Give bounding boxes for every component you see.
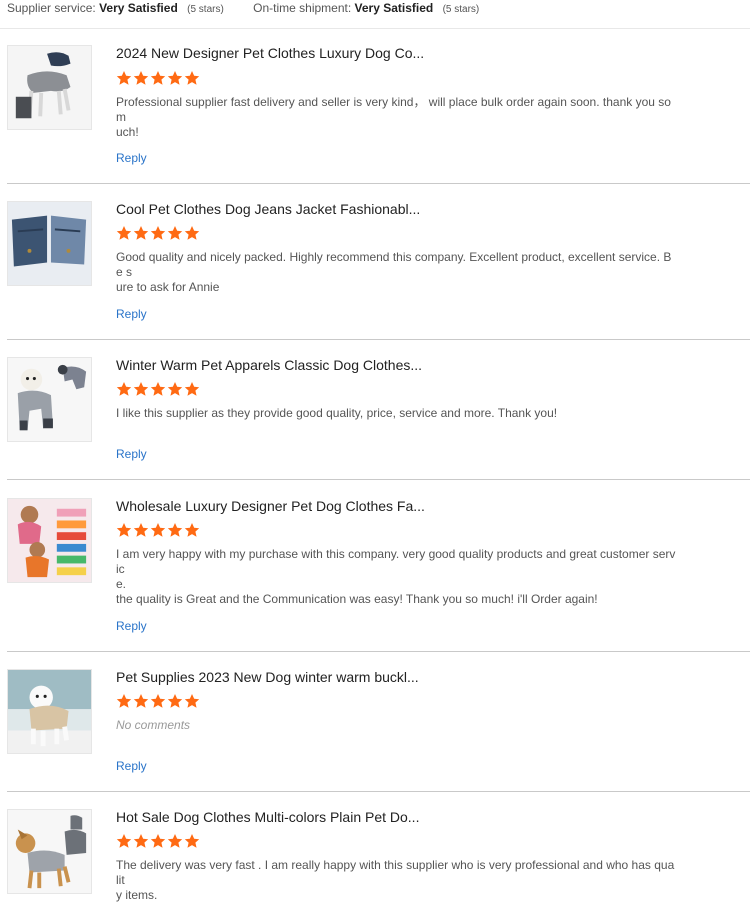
winter-dog-jumpsuit-image: [8, 358, 91, 441]
grey-dog-sweater-image: [8, 810, 91, 893]
product-thumbnail[interactable]: [7, 45, 92, 130]
star-rating: [116, 70, 200, 86]
star-icon: [116, 226, 132, 240]
colorful-dog-clothes-image: [8, 499, 91, 582]
star-icon: [150, 226, 166, 240]
star-icon: [184, 71, 200, 85]
star-icon: [150, 834, 166, 848]
star-icon: [116, 71, 132, 85]
star-icon: [133, 382, 149, 396]
reply-link[interactable]: Reply: [116, 759, 147, 773]
star-icon: [116, 834, 132, 848]
product-title[interactable]: Winter Warm Pet Apparels Classic Dog Clo…: [116, 357, 422, 373]
review-comment-line: y items.: [116, 888, 158, 902]
star-icon: [116, 382, 132, 396]
on-time-shipment-stars: (5 stars): [442, 4, 480, 15]
reply-link[interactable]: Reply: [116, 151, 147, 165]
product-thumbnail[interactable]: [7, 498, 92, 583]
on-time-shipment-rating: On-time shipment: Very Satisfied (5 star…: [253, 1, 479, 15]
denim-dog-jacket-image: [8, 202, 91, 285]
reply-link[interactable]: Reply: [116, 619, 147, 633]
review-comment: No comments: [116, 718, 676, 733]
review-divider: [7, 183, 750, 184]
reply-link[interactable]: Reply: [116, 447, 147, 461]
review-divider: [7, 479, 750, 480]
product-title[interactable]: 2024 New Designer Pet Clothes Luxury Dog…: [116, 45, 424, 61]
grey-padded-dog-coat-image: [8, 46, 91, 129]
star-rating: [116, 833, 200, 849]
star-icon: [116, 523, 132, 537]
review-comment-line: e.: [116, 577, 127, 591]
star-icon: [184, 694, 200, 708]
star-icon: [133, 71, 149, 85]
star-icon: [133, 523, 149, 537]
star-rating: [116, 381, 200, 397]
review-comment-line: Good quality and nicely packed. Highly r…: [116, 250, 672, 279]
white-dog-winter-coat-image: [8, 670, 91, 753]
supplier-service-label: Supplier service:: [7, 1, 96, 15]
star-icon: [184, 382, 200, 396]
review-comment: Good quality and nicely packed. Highly r…: [116, 250, 676, 295]
product-thumbnail[interactable]: [7, 809, 92, 894]
product-thumbnail[interactable]: [7, 357, 92, 442]
review-comment-line: I like this supplier as they provide goo…: [116, 406, 558, 420]
on-time-shipment-label: On-time shipment:: [253, 1, 352, 15]
review-comment-line: Professional supplier fast delivery and …: [116, 95, 671, 124]
review-comment-line: I am very happy with my purchase with th…: [116, 547, 676, 576]
product-title[interactable]: Pet Supplies 2023 New Dog winter warm bu…: [116, 669, 419, 685]
rating-summary: Supplier service: Very Satisfied (5 star…: [7, 1, 479, 17]
product-thumbnail[interactable]: [7, 669, 92, 754]
review-comment: Professional supplier fast delivery and …: [116, 95, 676, 140]
review-comment-line: uch!: [116, 125, 139, 139]
star-icon: [167, 382, 183, 396]
review-comment-line: the quality is Great and the Communicati…: [116, 592, 598, 606]
review-comment: The delivery was very fast . I am really…: [116, 858, 676, 903]
review-divider: [7, 651, 750, 652]
review-comment: I am very happy with my purchase with th…: [116, 547, 676, 607]
product-thumbnail[interactable]: [7, 201, 92, 286]
review-divider: [7, 339, 750, 340]
star-rating: [116, 522, 200, 538]
reply-link[interactable]: Reply: [116, 307, 147, 321]
star-icon: [184, 226, 200, 240]
star-icon: [116, 694, 132, 708]
star-icon: [167, 71, 183, 85]
star-icon: [167, 834, 183, 848]
star-icon: [167, 523, 183, 537]
star-icon: [150, 382, 166, 396]
star-rating: [116, 225, 200, 241]
product-title[interactable]: Cool Pet Clothes Dog Jeans Jacket Fashio…: [116, 201, 420, 217]
review-comment: I like this supplier as they provide goo…: [116, 406, 676, 421]
summary-divider: [0, 28, 750, 29]
review-comment-line: The delivery was very fast . I am really…: [116, 858, 675, 887]
star-icon: [167, 226, 183, 240]
star-icon: [167, 694, 183, 708]
review-divider: [7, 791, 750, 792]
product-title[interactable]: Hot Sale Dog Clothes Multi-colors Plain …: [116, 809, 419, 825]
star-icon: [184, 523, 200, 537]
product-title[interactable]: Wholesale Luxury Designer Pet Dog Clothe…: [116, 498, 425, 514]
star-icon: [133, 226, 149, 240]
star-icon: [133, 834, 149, 848]
star-icon: [133, 694, 149, 708]
review-comment-line: ure to ask for Annie: [116, 280, 220, 294]
on-time-shipment-value: Very Satisfied: [354, 1, 434, 15]
supplier-service-stars: (5 stars): [187, 4, 224, 15]
star-icon: [150, 71, 166, 85]
star-icon: [150, 523, 166, 537]
review-comment-line: No comments: [116, 718, 191, 732]
star-icon: [150, 694, 166, 708]
star-icon: [184, 834, 200, 848]
supplier-service-rating: Supplier service: Very Satisfied (5 star…: [7, 1, 224, 15]
supplier-service-value: Very Satisfied: [99, 1, 178, 15]
star-rating: [116, 693, 200, 709]
